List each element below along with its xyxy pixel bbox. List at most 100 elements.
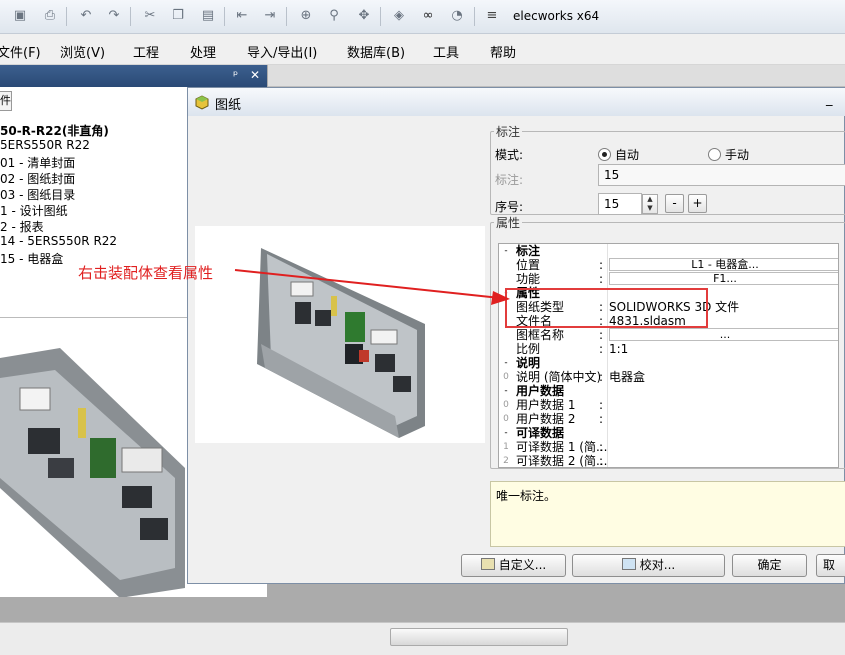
customize-toolbar-icon[interactable]: ≡ — [482, 6, 502, 26]
property-grid: - 标注 位置 L1 - 电器盒...: 功能 F1...: - 属性 图纸类型 SOLIDWOR… — [498, 243, 839, 468]
property-value[interactable]: L1 - 电器盒... — [609, 258, 838, 271]
mirror-icon[interactable]: ◈ — [389, 6, 409, 26]
property-key: 用户数据 — [516, 384, 565, 398]
tree-item[interactable]: 03 - 图纸目录 — [0, 186, 75, 203]
pane-tab[interactable]: 件 — [0, 91, 12, 111]
redo-icon[interactable]: ↷ — [104, 6, 124, 26]
forward-icon[interactable]: ⇥ — [260, 6, 280, 26]
property-row[interactable]: 功能 F1...: — [499, 272, 838, 286]
menu-project[interactable]: 工程 — [133, 42, 159, 61]
mark-group: 标注 模式: 自动 手动 标注: 15 序号: 15 ▲ ▼ - + — [490, 123, 845, 215]
property-row[interactable]: 1 可译数据 1 (简...: — [499, 440, 838, 454]
row-gutter — [499, 258, 513, 272]
menu-database[interactable]: 数据库(B) — [347, 42, 405, 61]
property-row[interactable]: 2 可译数据 2 (简...: — [499, 454, 838, 468]
sequence-input[interactable]: 15 — [598, 193, 642, 215]
close-icon[interactable]: ✕ — [250, 68, 260, 82]
property-value[interactable]: F1... — [609, 272, 838, 285]
save-icon[interactable]: ▣ — [10, 6, 30, 26]
customize-button[interactable]: 自定义... — [461, 554, 566, 577]
zoom-window-icon[interactable]: ⊕ — [296, 6, 316, 26]
key-colon: : — [599, 398, 604, 412]
minimize-button[interactable]: _ — [826, 92, 833, 107]
mode-manual-radio[interactable] — [708, 148, 721, 161]
property-value[interactable]: 电器盒 — [609, 370, 645, 384]
menu-import-export[interactable]: 导入/导出(I) — [247, 42, 317, 61]
menu-process[interactable]: 处理 — [190, 42, 216, 61]
property-row[interactable]: 0 说明 (简体中文) 电器盒: — [499, 370, 838, 384]
tree-item[interactable]: 2 - 报表 — [0, 218, 44, 235]
toolbar-separator — [66, 7, 67, 26]
check-button[interactable]: 校对... — [572, 554, 725, 577]
ok-button[interactable]: 确定 — [732, 554, 807, 577]
property-row[interactable]: 0 用户数据 2: — [499, 412, 838, 426]
toolbar-separator — [130, 7, 131, 26]
tree-item-project[interactable]: 50-R-R22(非直角) — [0, 122, 109, 139]
row-gutter: 0 — [503, 372, 509, 382]
pin-icon[interactable]: ᵖ — [233, 68, 238, 82]
copy-icon[interactable]: ❐ — [168, 6, 188, 26]
print-preview-icon[interactable]: ⎙ — [40, 6, 60, 26]
mode-manual-label[interactable]: 手动 — [725, 146, 749, 163]
key-colon: : — [599, 454, 604, 468]
status-scroll-thumb[interactable] — [390, 628, 568, 646]
key-colon: : — [599, 328, 604, 342]
property-category[interactable]: - 标注 — [499, 244, 838, 258]
property-row[interactable]: 比例 1:1: — [499, 342, 838, 356]
property-row[interactable]: 位置 L1 - 电器盒...: — [499, 258, 838, 272]
property-category[interactable]: - 说明 — [499, 356, 838, 370]
property-value[interactable]: 1:1 — [609, 342, 628, 356]
cancel-button[interactable]: 取 — [816, 554, 845, 577]
mark-group-title: 标注 — [496, 125, 521, 139]
document-tab-strip — [268, 65, 845, 87]
tree-item[interactable]: 02 - 图纸封面 — [0, 170, 75, 187]
zoom-icon[interactable]: ⚲ — [324, 6, 344, 26]
property-row[interactable]: 0 用户数据 1: — [499, 398, 838, 412]
sequence-spinner[interactable]: ▲ ▼ — [642, 194, 658, 214]
pan-icon[interactable]: ✥ — [354, 6, 374, 26]
mode-auto-label[interactable]: 自动 — [615, 146, 639, 163]
decrement-button[interactable]: - — [665, 194, 684, 213]
collapse-icon[interactable]: - — [499, 426, 513, 440]
collapse-icon[interactable]: - — [499, 244, 513, 258]
refresh-icon[interactable]: ◔ — [447, 6, 467, 26]
check-icon — [621, 558, 636, 570]
sequence-label: 序号: — [495, 200, 524, 214]
property-row[interactable]: 图框名称...: — [499, 328, 838, 342]
row-gutter — [499, 272, 513, 286]
assembly-preview — [195, 226, 485, 443]
property-value[interactable]: ... — [609, 328, 838, 341]
collapse-icon[interactable]: - — [499, 384, 513, 398]
tree-item[interactable]: 5ERS550R R22 — [0, 138, 90, 152]
tree-item[interactable]: 14 - 5ERS550R R22 — [0, 234, 117, 248]
row-gutter: 1 — [503, 442, 509, 452]
tree-item-selected[interactable]: 15 - 电器盒 — [0, 250, 63, 267]
property-category[interactable]: - 可译数据 — [499, 426, 838, 440]
paste-icon[interactable]: ▤ — [198, 6, 218, 26]
property-key: 标注 — [516, 244, 541, 258]
pane-header: ᵖ ✕ — [0, 65, 267, 87]
undo-icon[interactable]: ↶ — [76, 6, 96, 26]
back-icon[interactable]: ⇤ — [232, 6, 252, 26]
menu-tools[interactable]: 工具 — [433, 42, 459, 61]
property-key: 说明 (简体中文) — [516, 370, 602, 384]
menu-help[interactable]: 帮助 — [490, 42, 516, 61]
binoculars-icon[interactable]: ∞ — [418, 6, 438, 26]
property-category[interactable]: - 用户数据 — [499, 384, 838, 398]
customize-icon — [480, 558, 495, 570]
property-key: 说明 — [516, 356, 541, 370]
property-key: 位置 — [516, 258, 541, 272]
tree-item[interactable]: 01 - 清单封面 — [0, 154, 75, 171]
cut-icon[interactable]: ✂ — [140, 6, 160, 26]
toolbar-separator — [474, 7, 475, 26]
mark-input[interactable]: 15 — [598, 164, 845, 186]
toolbar-separator — [380, 7, 381, 26]
tree-item[interactable]: 1 - 设计图纸 — [0, 202, 68, 219]
menu-file[interactable]: 文件(F) — [0, 42, 41, 61]
increment-button[interactable]: + — [688, 194, 707, 213]
collapse-icon[interactable]: - — [499, 356, 513, 370]
menu-view[interactable]: 浏览(V) — [60, 42, 105, 61]
assembly-render-icon — [257, 248, 425, 438]
mode-auto-radio[interactable] — [598, 148, 611, 161]
check-label: 校对... — [639, 558, 676, 572]
